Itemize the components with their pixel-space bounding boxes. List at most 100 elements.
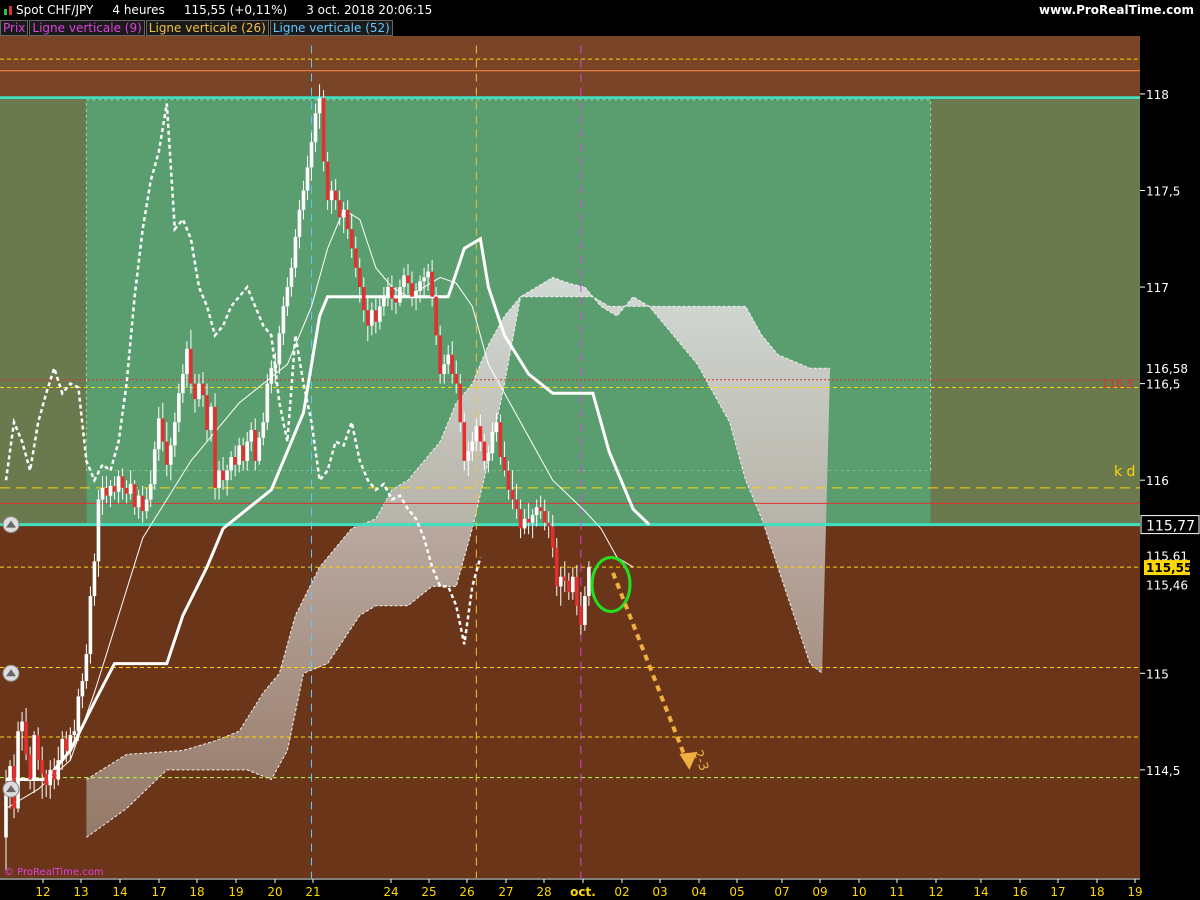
x-tick-label: 17: [151, 885, 166, 899]
x-tick-label: 19: [228, 885, 243, 899]
chart-bars-icon: [4, 6, 12, 15]
candle-body: [112, 485, 117, 492]
x-tick-label: 02: [614, 885, 629, 899]
indicator-legend: Prix Ligne verticale (9) Ligne verticale (…: [0, 20, 394, 36]
candle-body: [366, 310, 370, 326]
candle-body: [225, 470, 229, 481]
candle-body: [353, 248, 358, 268]
candle-body: [249, 429, 254, 442]
legend-ligne-26[interactable]: Ligne verticale (26): [145, 20, 269, 36]
candle-body: [277, 333, 282, 365]
candle-body: [132, 484, 137, 508]
candle-79: [321, 90, 326, 172]
candle-body: [321, 97, 326, 162]
candle-body: [345, 209, 350, 230]
chart-window: Spot CHF/JPY 4 heures 115,55 (+0,11%) 3 …: [0, 0, 1200, 900]
candle-body: [229, 457, 233, 471]
x-tick-label: 18: [1089, 885, 1104, 899]
y-tick-label: 117: [1146, 281, 1169, 295]
candle-body: [434, 296, 438, 336]
candle-body: [108, 485, 113, 496]
watermark: © ProRealTime.com: [4, 867, 104, 878]
candle-body: [44, 773, 48, 786]
candle-body: [245, 441, 249, 461]
candle-body: [233, 457, 237, 465]
candle-body: [329, 190, 334, 201]
candle-body: [337, 200, 342, 218]
candle-body: [583, 596, 587, 626]
x-tick-label: 24: [383, 885, 398, 899]
candle-body: [265, 383, 270, 423]
x-tick-label: oct.: [570, 885, 596, 899]
current-price-label: 115,55: [1146, 561, 1192, 575]
x-tick-label: 05: [729, 885, 744, 899]
candle-body: [80, 681, 85, 697]
candle-body: [152, 449, 157, 485]
candle-body: [160, 418, 165, 442]
candle-body: [116, 476, 121, 492]
candle-body: [474, 426, 479, 442]
price-axis-bg: [1140, 36, 1200, 878]
price-level-label: 115,46: [1146, 578, 1188, 592]
candle-body: [394, 298, 398, 303]
x-tick-label: 17: [1050, 885, 1065, 899]
candle-body: [76, 696, 81, 732]
candle-body: [466, 451, 471, 461]
candle-52: [213, 393, 217, 500]
candle-body: [165, 441, 169, 465]
candle-body: [406, 275, 410, 284]
candle-body: [378, 306, 382, 322]
website-link[interactable]: www.ProRealTime.com: [1039, 3, 1194, 17]
candle-body: [257, 437, 262, 461]
candle-body: [16, 731, 20, 809]
candle-body: [36, 735, 40, 761]
candle-body: [422, 277, 426, 282]
candle-body: [390, 287, 394, 299]
candle-body: [309, 142, 314, 168]
candle-body: [96, 499, 101, 562]
candle-body: [446, 354, 450, 365]
candle-body: [454, 373, 459, 384]
candle-body: [169, 445, 173, 465]
candle-body: [201, 383, 205, 396]
candle-body: [494, 422, 499, 432]
legend-ligne-9[interactable]: Ligne verticale (9): [29, 20, 145, 36]
candle-body: [281, 306, 286, 334]
candle-body: [120, 476, 125, 488]
alert-marker-icon: [2, 780, 20, 798]
candle-body: [410, 283, 414, 297]
candle-body: [530, 514, 535, 523]
candle-body: [357, 267, 362, 288]
candle-body: [478, 426, 483, 442]
candle-body: [361, 287, 366, 311]
x-tick-label: 20: [267, 885, 282, 899]
candle-3: [16, 721, 20, 813]
candle-body: [205, 395, 209, 430]
candle-body: [156, 418, 161, 450]
candle-body: [579, 605, 583, 626]
candle-body: [498, 422, 503, 457]
candle-body: [313, 113, 318, 143]
timestamp: 3 oct. 2018 20:06:15: [306, 3, 433, 17]
candle-body: [550, 526, 555, 548]
legend-prix[interactable]: Prix: [0, 20, 29, 36]
x-tick-label: 27: [498, 885, 513, 899]
candle-body: [181, 373, 185, 394]
legend-ligne-52[interactable]: Ligne verticale (52): [269, 20, 393, 36]
candle-body: [217, 470, 221, 488]
x-tick-label: 09: [812, 885, 827, 899]
price-change: 115,55 (+0,11%): [183, 3, 288, 17]
candle-body: [418, 281, 422, 291]
candle-body: [20, 721, 24, 732]
candle-body: [522, 518, 527, 529]
candle-body: [213, 406, 217, 488]
candle-body: [325, 161, 330, 201]
candle-body: [374, 310, 378, 322]
candle-body: [386, 287, 390, 297]
candle-body: [297, 209, 302, 237]
candle-body: [518, 509, 523, 529]
candle-body: [293, 236, 298, 268]
candle-body: [100, 487, 105, 500]
price-chart[interactable]: 118 117,5 117 116,5 116 115 114,5 116,58 115,77 1…: [0, 36, 1200, 878]
candle-body: [241, 445, 245, 461]
